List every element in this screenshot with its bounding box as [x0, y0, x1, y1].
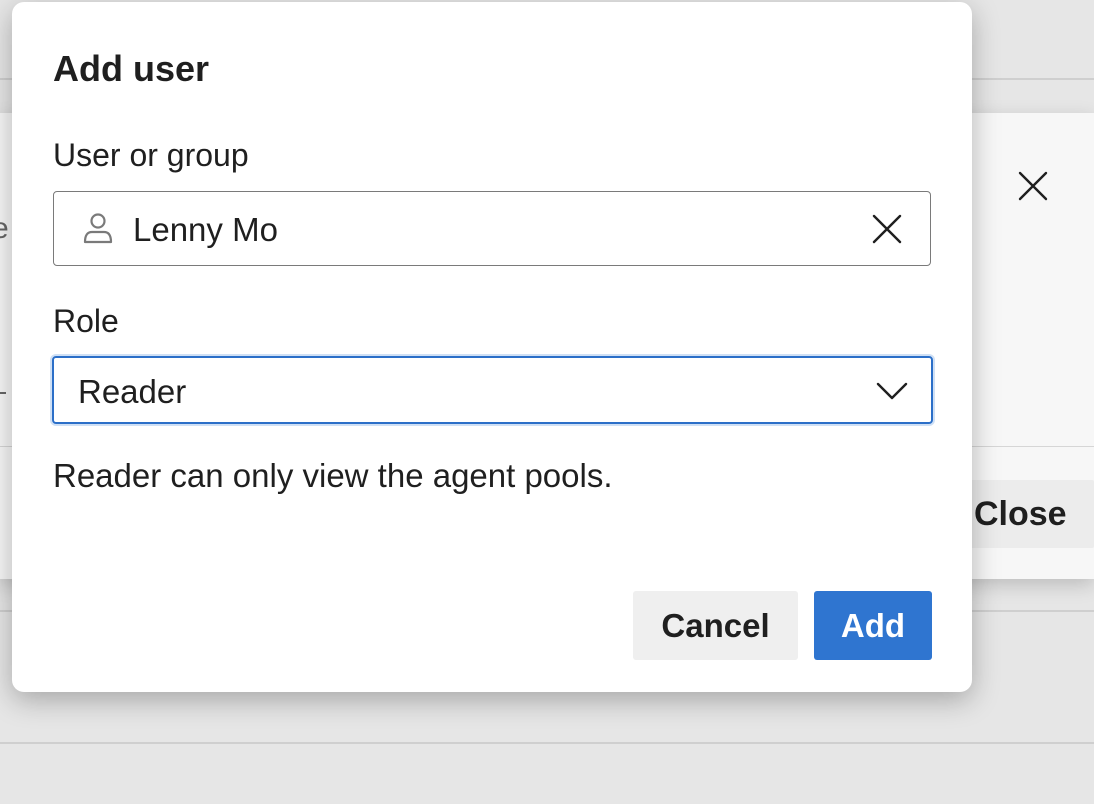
role-label: Role: [53, 303, 119, 339]
add-user-dialog: Add user User or group Lenny Mo Role Rea…: [12, 2, 972, 692]
user-icon: [82, 212, 114, 246]
cancel-button[interactable]: Cancel: [633, 591, 798, 660]
add-button[interactable]: Add: [814, 591, 932, 660]
close-icon[interactable]: [870, 212, 904, 246]
user-or-group-label: User or group: [53, 137, 249, 173]
background-divider-bottom: [0, 742, 1094, 744]
close-icon[interactable]: [1016, 169, 1050, 203]
role-selected-value: Reader: [78, 373, 187, 410]
dialog-title: Add user: [53, 48, 210, 89]
background-partial-mark: [0, 392, 6, 394]
chevron-down-icon: [875, 376, 909, 404]
background-partial-text: e: [0, 212, 9, 245]
role-select[interactable]: Reader: [52, 356, 933, 424]
role-description: Reader can only view the agent pools.: [53, 457, 613, 494]
user-or-group-value: Lenny Mo: [133, 211, 278, 248]
user-or-group-field[interactable]: Lenny Mo: [53, 191, 931, 266]
